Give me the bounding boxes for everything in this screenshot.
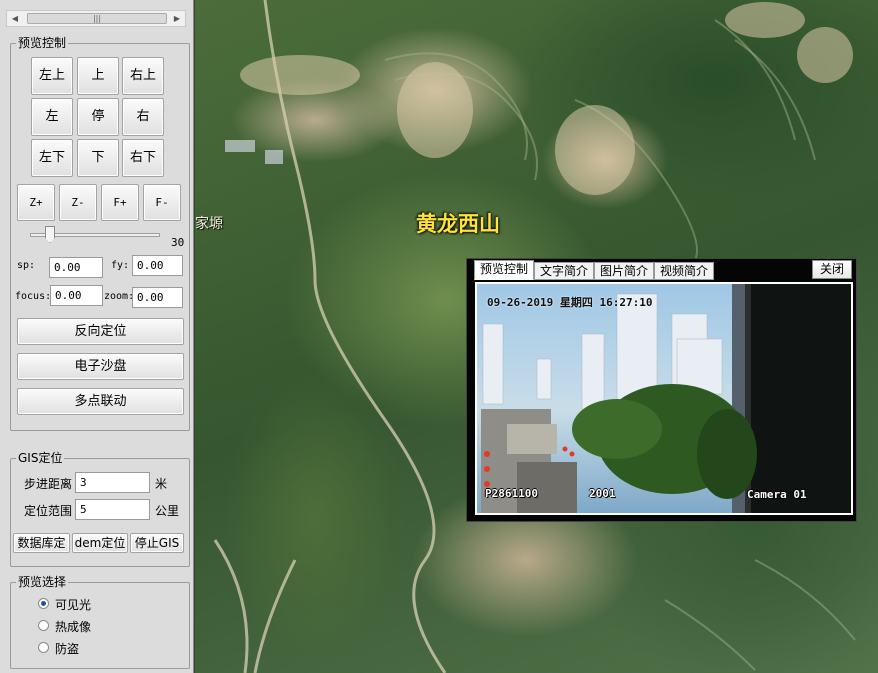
preview-control-title: 预览控制 bbox=[16, 36, 69, 50]
video-frame-scene bbox=[481, 284, 851, 513]
focus-in-button[interactable]: F+ bbox=[101, 184, 139, 221]
tab-video-intro[interactable]: 视频简介 bbox=[654, 262, 715, 280]
radio-visible-light[interactable] bbox=[38, 598, 49, 609]
zoom-label: zoom: bbox=[104, 291, 135, 302]
multi-point-link-button[interactable]: 多点联动 bbox=[17, 388, 184, 415]
scroll-right-icon[interactable]: ▶ bbox=[169, 11, 185, 26]
osd-code: P2861100 bbox=[485, 487, 538, 500]
focus-out-button[interactable]: F- bbox=[143, 184, 181, 221]
camera-video-feed[interactable]: 09-26-2019 星期四 16:27:10 P2861100 2001 Ca… bbox=[475, 282, 853, 515]
ptz-down-right-button[interactable]: 右下 bbox=[122, 139, 164, 177]
fy-input[interactable]: 0.00 bbox=[132, 255, 183, 276]
ptz-left-button[interactable]: 左 bbox=[31, 98, 73, 136]
anti-theft-label[interactable]: 防盗 bbox=[55, 640, 79, 657]
ptz-down-button[interactable]: 下 bbox=[77, 139, 119, 177]
locate-range-input[interactable]: 5 bbox=[75, 499, 150, 520]
speed-value: 30 bbox=[171, 236, 185, 249]
step-distance-input[interactable]: 3 bbox=[75, 472, 150, 493]
preview-select-group: 预览选择 bbox=[10, 575, 190, 669]
tab-image-intro[interactable]: 图片简介 bbox=[594, 262, 655, 280]
ptz-up-right-button[interactable]: 右上 bbox=[122, 57, 164, 95]
sand-table-button[interactable]: 电子沙盘 bbox=[17, 353, 184, 380]
focus-input[interactable]: 0.00 bbox=[50, 285, 103, 306]
sp-label: sp: bbox=[17, 260, 36, 271]
sp-input[interactable]: 0.00 bbox=[49, 257, 103, 278]
place-label: 黄龙西山 bbox=[416, 211, 500, 236]
zoom-in-button[interactable]: Z+ bbox=[17, 184, 55, 221]
locate-range-label: 定位范围 bbox=[24, 504, 73, 518]
zoom-out-button[interactable]: Z- bbox=[59, 184, 97, 221]
osd-number: 2001 bbox=[589, 487, 616, 500]
focus-label: focus: bbox=[15, 291, 52, 302]
thermal-label[interactable]: 热成像 bbox=[55, 618, 91, 635]
ptz-down-left-button[interactable]: 左下 bbox=[31, 139, 73, 177]
tab-preview-control[interactable]: 预览控制 bbox=[474, 260, 535, 280]
scroll-thumb[interactable]: ||| bbox=[27, 13, 167, 24]
preview-select-title: 预览选择 bbox=[16, 575, 69, 589]
step-distance-unit: 米 bbox=[155, 477, 168, 491]
close-button[interactable]: 关闭 bbox=[812, 260, 852, 279]
partial-place-label: 家塬 bbox=[195, 216, 223, 232]
reverse-locate-button[interactable]: 反向定位 bbox=[17, 318, 184, 345]
tab-text-intro[interactable]: 文字简介 bbox=[534, 262, 595, 280]
ptz-up-button[interactable]: 上 bbox=[77, 57, 119, 95]
osd-camera-name: Camera 01 bbox=[747, 488, 807, 501]
horizontal-scrollbar[interactable]: ◀ ||| ▶ bbox=[6, 10, 186, 27]
speed-slider[interactable] bbox=[30, 226, 160, 243]
locate-range-unit: 公里 bbox=[155, 504, 180, 518]
control-panel: ◀ ||| ▶ 预览控制 左上 上 右上 左 停 右 左下 下 右下 Z+ Z-… bbox=[0, 0, 194, 673]
fy-label: fy: bbox=[111, 260, 130, 271]
dem-locate-button[interactable]: dem定位 bbox=[72, 533, 128, 553]
stop-gis-button[interactable]: 停止GIS bbox=[130, 533, 184, 553]
osd-datetime: 09-26-2019 星期四 16:27:10 bbox=[487, 296, 653, 309]
camera-preview-popup: 预览控制 文字简介 图片简介 视频简介 关闭 09-26-2019 星期四 16… bbox=[466, 258, 857, 522]
zoom-input[interactable]: 0.00 bbox=[132, 287, 183, 308]
step-distance-label: 步进距离 bbox=[24, 477, 73, 491]
ptz-up-left-button[interactable]: 左上 bbox=[31, 57, 73, 95]
radio-thermal[interactable] bbox=[38, 620, 49, 631]
gis-title: GIS定位 bbox=[16, 451, 65, 465]
database-locate-button[interactable]: 数据库定 bbox=[13, 533, 70, 553]
scroll-grip: ||| bbox=[92, 14, 102, 23]
ptz-right-button[interactable]: 右 bbox=[122, 98, 164, 136]
ptz-stop-button[interactable]: 停 bbox=[77, 98, 119, 136]
radio-anti-theft[interactable] bbox=[38, 642, 49, 653]
scroll-left-icon[interactable]: ◀ bbox=[7, 11, 23, 26]
visible-light-label[interactable]: 可见光 bbox=[55, 596, 91, 613]
